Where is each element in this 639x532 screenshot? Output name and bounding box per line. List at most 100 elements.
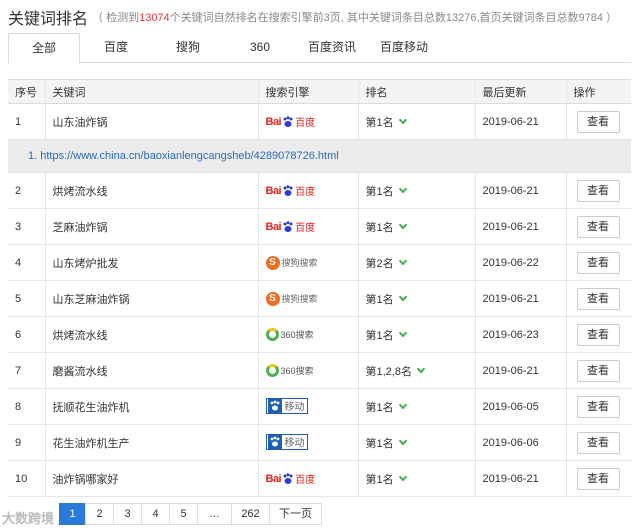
row-rank[interactable]: 第1名 — [357, 172, 475, 209]
view-button[interactable]: 查看 — [576, 467, 620, 490]
view-button[interactable]: 查看 — [576, 359, 620, 382]
table-header-row: 序号 关键词 搜索引擎 排名 最后更新 操作 — [8, 79, 631, 104]
row-rank[interactable]: 第1名 — [357, 103, 475, 140]
chevron-down-icon[interactable] — [398, 328, 407, 337]
baidu-logo: Bai 百度 — [266, 470, 316, 488]
page-button-2[interactable]: 2 — [85, 503, 114, 525]
sogou-s-icon: S — [265, 291, 280, 306]
row-keyword: 抚顺花生油炸机 — [44, 388, 258, 425]
baidu-logo-cn: 百度 — [295, 223, 316, 234]
tab-all[interactable]: 全部 — [8, 33, 80, 64]
table-row: 7 磨酱流水线 360搜索 第1,2,8名 2019-06-21 查看 — [8, 352, 631, 389]
row-date: 2019-06-21 — [474, 352, 566, 389]
row-rank[interactable]: 第1名 — [357, 208, 475, 245]
chevron-down-icon[interactable] — [398, 436, 407, 445]
row-keyword: 山东烤炉批发 — [44, 244, 258, 281]
row-date: 2019-06-21 — [474, 103, 566, 140]
row-rank[interactable]: 第2名 — [357, 244, 475, 281]
row-rank[interactable]: 第1名 — [357, 388, 475, 425]
row-engine: Bai 百度 — [257, 103, 358, 140]
paw-icon — [283, 220, 293, 232]
row-rank[interactable]: 第1名 — [357, 424, 475, 461]
row-index: 2 — [8, 172, 45, 209]
ranked-url-link[interactable]: https://www.china.cn/baoxianlengcangsheb… — [40, 150, 338, 162]
tab-baidu-mobile[interactable]: 百度移动 — [368, 33, 440, 63]
chevron-down-icon[interactable] — [398, 292, 407, 301]
row-rank[interactable]: 第1名 — [357, 316, 475, 353]
chevron-down-icon[interactable] — [398, 472, 407, 481]
chevron-down-icon[interactable] — [416, 364, 426, 373]
row-index: 10 — [8, 460, 45, 497]
chevron-down-icon[interactable] — [398, 256, 407, 265]
view-button[interactable]: 查看 — [576, 215, 620, 238]
table-row: 6 烘烤流水线 360搜索 第1名 2019-06-23 查看 — [8, 316, 631, 353]
header-keyword: 关键词 — [44, 79, 258, 104]
baidu-logo-cn: 百度 — [295, 475, 316, 486]
sogou-logo-text: 搜狗搜索 — [281, 294, 318, 304]
view-button[interactable]: 查看 — [576, 179, 620, 202]
row-rank[interactable]: 第1名 — [357, 280, 475, 317]
header-index: 序号 — [8, 79, 45, 104]
row-keyword: 磨酱流水线 — [44, 352, 258, 389]
row-keyword: 芝麻油炸锅 — [44, 208, 258, 245]
next-page-button[interactable]: 下一页 — [269, 503, 322, 525]
row-engine: S 搜狗搜索 — [257, 280, 358, 317]
page-button-1[interactable]: 1 — [59, 503, 86, 525]
row-index: 9 — [8, 424, 45, 461]
page-title: 关键词排名 — [8, 11, 89, 28]
rank-text: 第1名 — [365, 401, 394, 414]
row-date: 2019-06-05 — [474, 388, 566, 425]
summary-suffix: 个关键词自然排名在搜索引擎前3页, 其中关键词条目总数13276,首页关键词条目… — [169, 12, 618, 24]
table-row: 4 山东烤炉批发 S 搜狗搜索 第2名 2019-06-22 查看 — [8, 244, 631, 281]
chevron-down-icon[interactable] — [398, 220, 407, 229]
table-row: 5 山东芝麻油炸锅 S 搜狗搜索 第1名 2019-06-21 查看 — [8, 280, 631, 317]
so360-logo: 360搜索 — [265, 325, 314, 343]
view-button[interactable]: 查看 — [576, 323, 620, 346]
tab-baidu[interactable]: 百度 — [80, 33, 152, 63]
rank-text: 第1名 — [365, 437, 394, 450]
tab-360[interactable]: 360 — [224, 33, 296, 63]
row-engine: 360搜索 — [257, 316, 358, 353]
baidu-logo-text: Bai — [265, 220, 282, 233]
rank-text: 第1名 — [365, 293, 394, 306]
baidu-mobile-logo: 移动 — [265, 397, 308, 414]
row-index: 1 — [8, 103, 45, 140]
header-rank: 排名 — [357, 79, 475, 104]
rank-text: 第1名 — [365, 473, 394, 486]
chevron-down-icon[interactable] — [398, 400, 407, 409]
view-button[interactable]: 查看 — [576, 110, 620, 133]
row-rank[interactable]: 第1,2,8名 — [357, 352, 475, 389]
page-header: 关键词排名 （ 检测到13074个关键词自然排名在搜索引擎前3页, 其中关键词条… — [8, 6, 617, 28]
row-rank[interactable]: 第1名 — [357, 460, 475, 497]
row-index: 4 — [8, 244, 45, 281]
baidu-logo-text: Bai — [265, 115, 282, 128]
rank-text: 第2名 — [365, 257, 394, 270]
row-engine: 移动 — [257, 388, 358, 425]
row-engine: S 搜狗搜索 — [257, 244, 358, 281]
row-keyword: 烘烤流水线 — [44, 172, 258, 209]
rank-text: 第1,2,8名 — [365, 365, 412, 378]
rank-text: 第1名 — [365, 116, 394, 129]
paw-icon — [283, 184, 293, 196]
page-button-3[interactable]: 3 — [113, 503, 142, 525]
rank-text: 第1名 — [365, 185, 394, 198]
page-button-4[interactable]: 4 — [141, 503, 170, 525]
row-keyword: 烘烤流水线 — [44, 316, 258, 353]
view-button[interactable]: 查看 — [576, 287, 620, 310]
view-button[interactable]: 查看 — [576, 251, 620, 274]
page-button-5[interactable]: 5 — [169, 503, 198, 525]
view-button[interactable]: 查看 — [576, 395, 620, 418]
tab-baidu-news[interactable]: 百度资讯 — [296, 33, 368, 63]
row-keyword: 山东油炸锅 — [44, 103, 258, 140]
chevron-down-icon[interactable] — [398, 115, 407, 124]
row-engine: 360搜索 — [257, 352, 358, 389]
chevron-down-icon[interactable] — [398, 184, 407, 193]
detected-count: 13074 — [139, 12, 170, 24]
view-button[interactable]: 查看 — [576, 431, 620, 454]
table-row: 9 花生油炸机生产 移动 第1名 2019-06-06 查看 — [8, 424, 631, 461]
tab-sogou[interactable]: 搜狗 — [152, 33, 224, 63]
so360-logo-text: 360搜索 — [280, 365, 314, 376]
page-button-262[interactable]: 262 — [231, 503, 270, 525]
so360-logo-text: 360搜索 — [280, 329, 314, 340]
table-row: 3 芝麻油炸锅 Bai 百度 第1名 2019-06-21 查看 — [8, 208, 631, 245]
